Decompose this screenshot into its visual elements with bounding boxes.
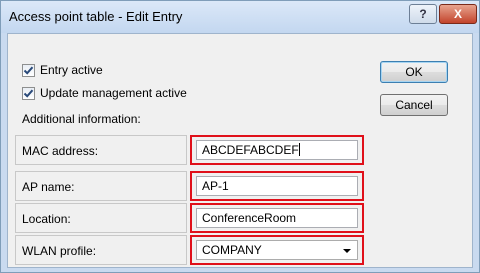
cancel-button[interactable]: Cancel	[380, 94, 448, 116]
location-row: Location:	[15, 203, 187, 233]
mac-address-input[interactable]: ABCDEFABCDEF	[196, 140, 358, 160]
close-button[interactable]: X	[439, 4, 477, 24]
dialog-title: Access point table - Edit Entry	[9, 9, 183, 24]
dialog-body: Entry active Update management active Ad…	[7, 33, 473, 268]
wlan-profile-value: COMPANY	[202, 243, 262, 257]
edit-entry-dialog: Access point table - Edit Entry ? X Entr…	[0, 0, 480, 273]
update-management-label[interactable]: Update management active	[40, 86, 187, 100]
location-value: ConferenceRoom	[202, 211, 297, 225]
ap-name-input[interactable]: AP-1	[196, 176, 358, 196]
checkmark-icon	[23, 66, 34, 75]
ok-button[interactable]: OK	[380, 61, 448, 83]
additional-information-heading: Additional information:	[22, 112, 141, 126]
mac-address-label: MAC address:	[22, 144, 99, 158]
wlan-profile-label: WLAN profile:	[22, 244, 97, 258]
title-bar: Access point table - Edit Entry ? X	[1, 1, 479, 33]
mac-address-value: ABCDEFABCDEF	[202, 143, 299, 157]
wlan-profile-highlight: COMPANY	[190, 235, 364, 265]
cancel-button-label: Cancel	[395, 98, 433, 112]
location-label: Location:	[22, 212, 71, 226]
entry-active-checkbox[interactable]	[22, 64, 35, 77]
dropdown-arrow-icon[interactable]	[343, 249, 351, 253]
wlan-profile-select[interactable]: COMPANY	[196, 240, 358, 260]
text-cursor	[298, 143, 300, 156]
ap-name-label: AP name:	[22, 180, 75, 194]
checkmark-icon	[23, 89, 34, 98]
ap-name-row: AP name:	[15, 171, 187, 201]
wlan-profile-row: WLAN profile:	[15, 235, 187, 265]
ap-name-highlight: AP-1	[190, 171, 364, 201]
help-icon: ?	[419, 7, 427, 21]
entry-active-label[interactable]: Entry active	[40, 63, 103, 77]
help-button[interactable]: ?	[409, 4, 437, 24]
location-input[interactable]: ConferenceRoom	[196, 208, 358, 228]
ok-button-label: OK	[405, 65, 423, 79]
update-management-checkbox[interactable]	[22, 87, 35, 100]
mac-address-row: MAC address:	[15, 135, 187, 165]
location-highlight: ConferenceRoom	[190, 203, 364, 233]
mac-address-highlight: ABCDEFABCDEF	[190, 135, 364, 165]
close-icon: X	[453, 7, 462, 21]
ap-name-value: AP-1	[202, 179, 229, 193]
